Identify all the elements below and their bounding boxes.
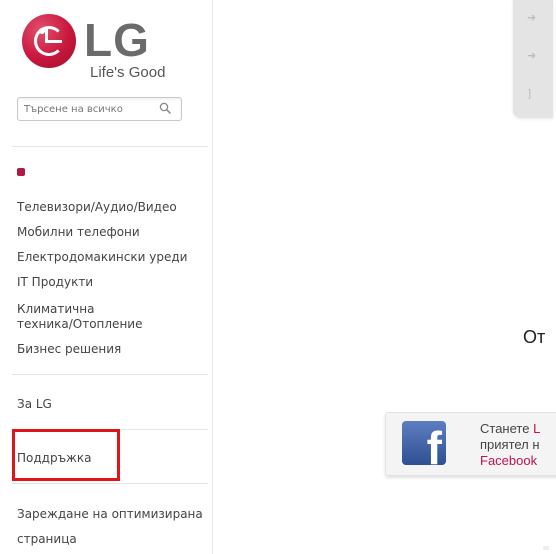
nav-item-optimized-line1[interactable]: Зареждане на оптимизирана (17, 507, 203, 521)
nav-item-business[interactable]: Бизнес решения (17, 342, 121, 356)
nav-item-it-products[interactable]: IT Продукти (17, 275, 93, 289)
exit-icon[interactable]: ] (527, 88, 539, 100)
logo-slogan: Life's Good (90, 64, 166, 81)
lg-face-logo-icon (22, 14, 76, 68)
nav-item-mobile-phones[interactable]: Мобилни телефони (17, 225, 140, 239)
login-icon[interactable]: ➜ (527, 12, 539, 24)
support-highlight-box (12, 429, 120, 481)
menu-bullet-icon (17, 168, 25, 176)
nav-item-home-appliances[interactable]: Електродомакински уреди (17, 250, 187, 264)
divider (12, 483, 208, 484)
nav-item-climate-line1[interactable]: Климатична (17, 302, 94, 316)
facebook-icon: f (402, 421, 446, 465)
search-icon[interactable] (159, 102, 172, 115)
register-icon[interactable]: ➜ (527, 50, 539, 62)
fb-line2: приятел н (480, 437, 540, 452)
logo-wordmark: LG (84, 14, 150, 66)
nav-item-about-lg[interactable]: За LG (17, 397, 52, 411)
fb-line1-accent: L (533, 421, 541, 436)
scroll-indicator (543, 546, 549, 550)
facebook-promo-text: Станете L приятел н Facebook (480, 421, 540, 469)
nav-item-climate-line2[interactable]: техника/Отопление (17, 317, 142, 331)
divider (12, 374, 208, 375)
partial-heading: От (523, 327, 546, 347)
nav-item-tv-audio-video[interactable]: Телевизори/Аудио/Видео (17, 200, 177, 214)
search-input[interactable] (24, 101, 152, 117)
sidebar: LG Life's Good Телевизори/Аудио/Видео Мо… (0, 0, 213, 554)
facebook-promo[interactable]: f Станете L приятел н Facebook (385, 412, 556, 476)
fb-line1-prefix: Станете (480, 421, 534, 436)
main-content: ➜ ➜ ] От f Станете L приятел н Facebook (213, 0, 556, 554)
lg-logo[interactable]: LG Life's Good (22, 12, 192, 84)
fb-line3[interactable]: Facebook (480, 453, 540, 469)
search-box[interactable] (17, 97, 182, 121)
divider (12, 146, 208, 147)
top-toolbar-panel: ➜ ➜ ] (513, 0, 553, 118)
nav-item-optimized-line2[interactable]: страница (17, 532, 77, 546)
